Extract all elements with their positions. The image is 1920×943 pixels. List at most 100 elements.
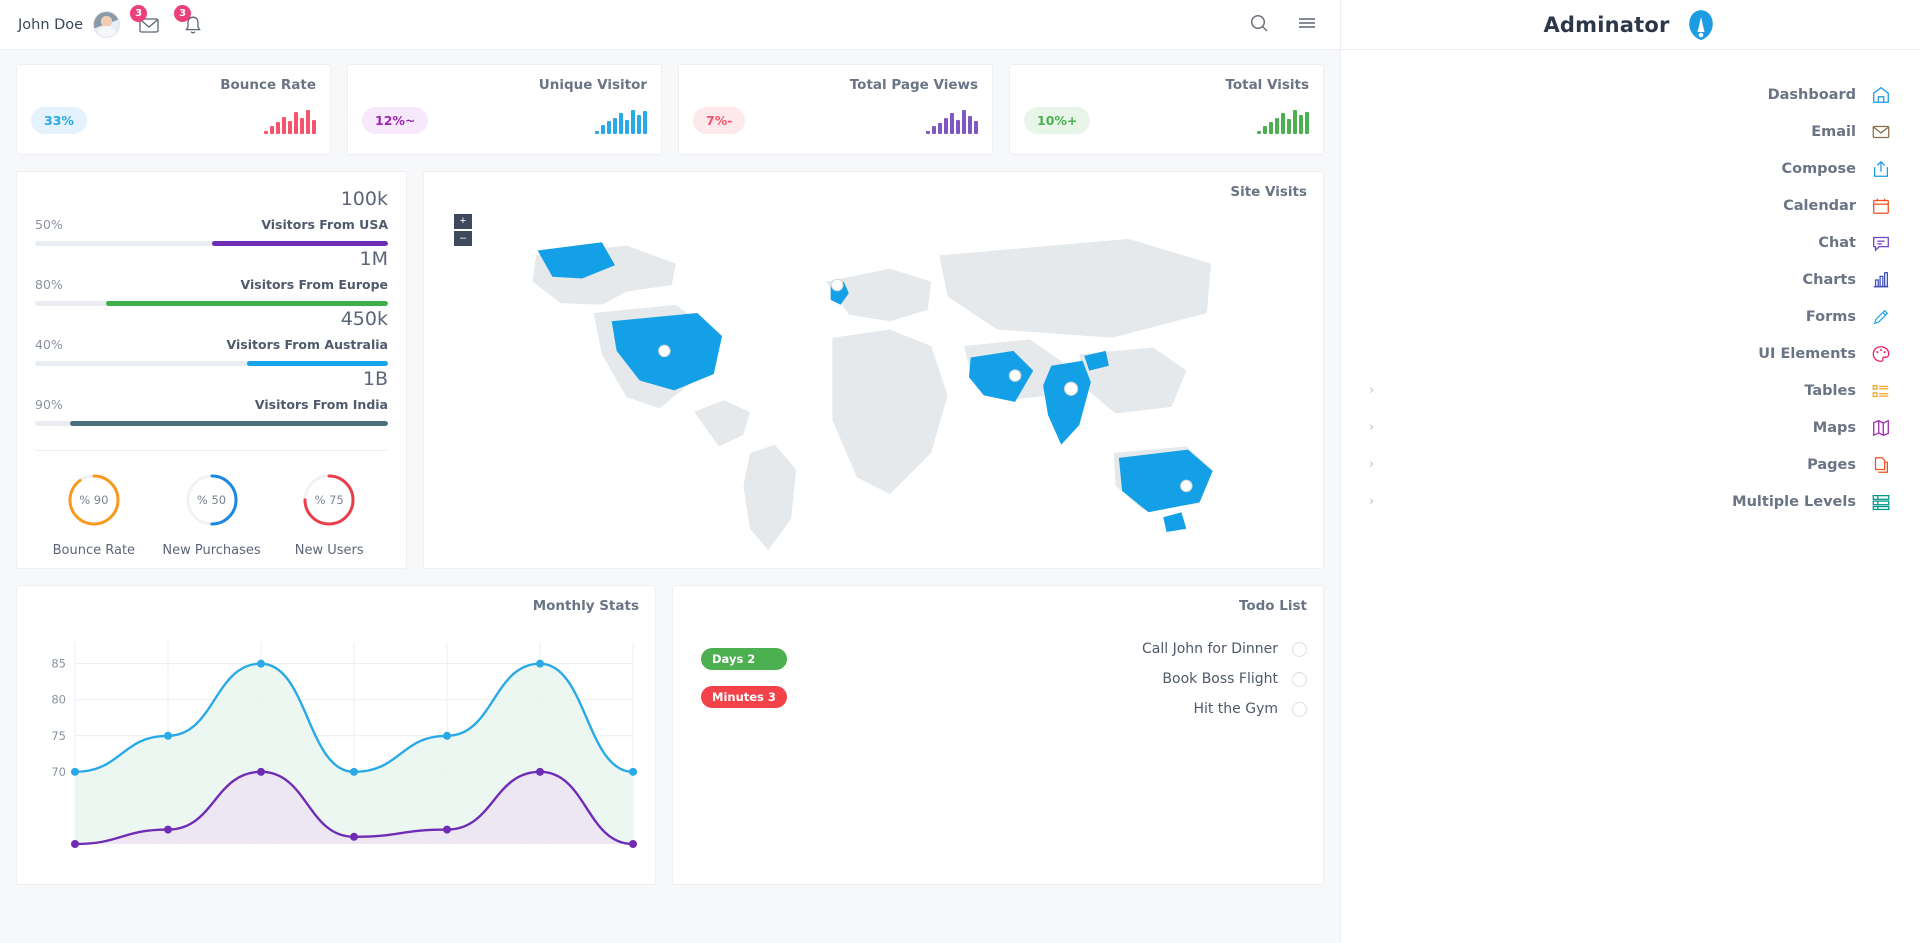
visitor-stat-row: 100k 50% Visitors From USA [35, 188, 388, 246]
sidebar: Adminator ›Dashboard›Email›Compose›Calen… [1340, 0, 1920, 943]
sidebar-item-label: Email [1811, 124, 1856, 140]
chevron-right-icon: › [1359, 494, 1399, 509]
donut-gauge: % 90Bounce Rate [35, 471, 153, 558]
sidebar-item-tables[interactable]: ›Tables [1341, 372, 1920, 409]
sidebar-item-label: UI Elements [1758, 346, 1856, 362]
user-block[interactable]: John Doe [18, 11, 120, 38]
topbar-notification-icons: 3 3 [138, 14, 204, 36]
stat-title: Total Visits [1024, 77, 1309, 93]
sidebar-item-multiple-levels[interactable]: › Multiple Levels [1341, 483, 1920, 520]
map-zoom-out-button[interactable]: – [454, 231, 472, 246]
avatar[interactable] [93, 11, 120, 38]
visitor-stat-row: 1M 80% Visitors From Europe [35, 248, 388, 306]
bottom-row: Monthly Stats 70758085 Todo List Days 2M… [16, 585, 1324, 885]
messages-badge: 3 [130, 5, 147, 22]
sidebar-item-label: Compose [1781, 161, 1856, 177]
visitor-percent: 40% [35, 337, 63, 352]
monthly-stats-chart[interactable]: 70758085 [29, 626, 641, 866]
topbar-actions [1248, 12, 1318, 38]
todo-item-checkbox[interactable] [1292, 702, 1307, 717]
visitors-card: 100k 50% Visitors From USA 1M 80% Visitors Fr… [16, 171, 407, 569]
donut-gauge: % 50New Purchases [153, 471, 271, 558]
todo-tag: Days 2 [701, 648, 787, 670]
search-icon[interactable] [1248, 12, 1270, 38]
visitor-percent: 80% [35, 277, 63, 292]
messages-button[interactable]: 3 [138, 14, 160, 36]
stat-title: Total Page Views [693, 77, 978, 93]
visitor-value: 1B [35, 368, 388, 390]
sidebar-item-dashboard[interactable]: ›Dashboard [1341, 76, 1920, 113]
brand[interactable]: Adminator [1341, 0, 1920, 50]
chat-bubble-icon [1870, 232, 1892, 254]
visitor-label: Visitors From Europe [241, 277, 388, 292]
todo-item-checkbox[interactable] [1292, 672, 1307, 687]
visitor-percent: 90% [35, 397, 63, 412]
share-icon [1870, 158, 1892, 180]
donut-value: % 90 [65, 471, 123, 529]
map-title: Site Visits [440, 184, 1307, 200]
copy-file-icon [1870, 454, 1892, 476]
visitor-label: Visitors From Australia [227, 337, 388, 352]
todo-tags: Days 2Minutes 3 [701, 648, 787, 708]
mid-row: 100k 50% Visitors From USA 1M 80% Visitors Fr… [16, 171, 1324, 569]
main-area: John Doe 3 3 Bounce Rate33%Unique Visito… [0, 0, 1340, 943]
sidebar-item-maps[interactable]: ›Maps [1341, 409, 1920, 446]
stat-title: Bounce Rate [31, 77, 316, 93]
chevron-right-icon: › [1359, 457, 1399, 472]
envelope-icon [1870, 121, 1892, 143]
sidebar-item-pages[interactable]: ›Pages [1341, 446, 1920, 483]
visitor-value: 1M [35, 248, 388, 270]
sidebar-item-charts[interactable]: ›Charts [1341, 261, 1920, 298]
stat-card: Unique Visitor12%~ [347, 64, 662, 155]
sidebar-item-chat[interactable]: ›Chat [1341, 224, 1920, 261]
calendar-icon [1870, 195, 1892, 217]
todo-item-checkbox[interactable] [1292, 642, 1307, 657]
topbar: John Doe 3 3 [0, 0, 1340, 50]
list-icon [1870, 380, 1892, 402]
map-icon [1870, 417, 1892, 439]
notifications-button[interactable]: 3 [182, 14, 204, 36]
visitor-label: Visitors From India [255, 397, 388, 412]
svg-text:85: 85 [51, 657, 66, 671]
stat-cards-row: Bounce Rate33%Unique Visitor12%~Total Pa… [16, 64, 1324, 155]
brand-name: Adminator [1543, 13, 1669, 37]
sidebar-item-calendar[interactable]: ›Calendar [1341, 187, 1920, 224]
status-badge: 7%- [693, 107, 745, 134]
progress-bar [35, 361, 388, 366]
bar-chart-icon [1870, 269, 1892, 291]
visitor-value: 450k [35, 308, 388, 330]
sparkline-chart [595, 110, 647, 134]
sidebar-item-email[interactable]: ›Email [1341, 113, 1920, 150]
sidebar-item-label: Chat [1818, 235, 1856, 251]
map-zoom-controls: + – [454, 214, 472, 246]
map-zoom-in-button[interactable]: + [454, 214, 472, 229]
todo-list-card: Todo List Days 2Minutes 3 Call John for … [672, 585, 1324, 885]
sidebar-item-ui-elements[interactable]: ›UI Elements [1341, 335, 1920, 372]
pencil-icon [1870, 306, 1892, 328]
stat-title: Unique Visitor [362, 77, 647, 93]
sidebar-item-forms[interactable]: ›Forms [1341, 298, 1920, 335]
status-badge: 10%+ [1024, 107, 1090, 134]
donut-label: New Users [270, 543, 388, 558]
svg-text:80: 80 [51, 693, 66, 707]
donut-gauge: % 75New Users [270, 471, 388, 558]
adminator-logo-icon [1684, 8, 1718, 42]
visitor-percent: 50% [35, 217, 63, 232]
monthly-stats-card: Monthly Stats 70758085 [16, 585, 656, 885]
svg-text:75: 75 [51, 729, 66, 743]
visitor-label: Visitors From USA [261, 217, 388, 232]
palette-icon [1870, 343, 1892, 365]
hamburger-menu-icon[interactable] [1296, 12, 1318, 38]
sparkline-chart [1257, 110, 1309, 134]
grid-list-icon [1870, 491, 1892, 513]
visitor-value: 100k [35, 188, 388, 210]
world-map[interactable] [434, 206, 1313, 560]
progress-bar [35, 421, 388, 426]
visitor-stat-row: 450k 40% Visitors From Australia [35, 308, 388, 366]
sidebar-item-label: Maps [1813, 420, 1856, 436]
sidebar-item-label: Tables [1804, 383, 1856, 399]
stat-card: Total Visits 10%+ [1009, 64, 1324, 155]
sidebar-item-label: Multiple Levels [1732, 494, 1856, 510]
sidebar-item-compose[interactable]: ›Compose [1341, 150, 1920, 187]
progress-bar [35, 241, 388, 246]
